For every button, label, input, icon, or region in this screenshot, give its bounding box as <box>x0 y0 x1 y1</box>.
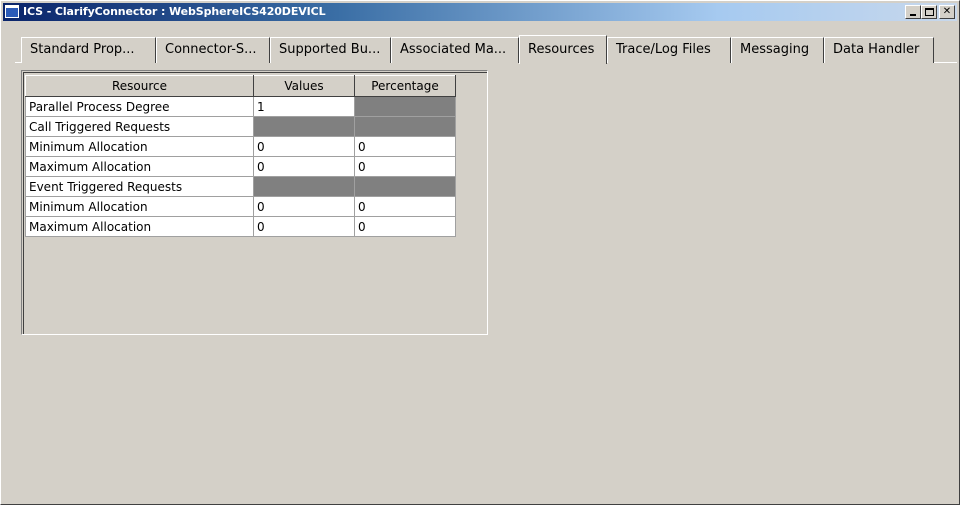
resource-cell: Event Triggered Requests <box>25 176 254 197</box>
resource-cell: Parallel Process Degree <box>25 96 254 117</box>
tab-resources[interactable]: Resources <box>519 35 607 64</box>
application-window: ICS - ClarifyConnector : WebSphereICS420… <box>0 0 960 505</box>
percentage-cell[interactable]: 0 <box>354 156 456 177</box>
window-title: ICS - ClarifyConnector : WebSphereICS420… <box>23 5 326 18</box>
tab-messaging[interactable]: Messaging <box>731 37 824 63</box>
resource-cell: Call Triggered Requests <box>25 116 254 137</box>
table-row: Minimum Allocation 0 0 <box>25 136 456 157</box>
tab-data-handler[interactable]: Data Handler <box>824 37 934 63</box>
value-cell-disabled <box>253 116 355 137</box>
percentage-cell-disabled <box>354 176 456 197</box>
table-row: Maximum Allocation 0 0 <box>25 156 456 177</box>
value-cell[interactable]: 0 <box>253 136 355 157</box>
tab-associated-maps[interactable]: Associated Ma... <box>391 37 519 63</box>
resource-cell: Maximum Allocation <box>25 156 254 177</box>
close-icon: ✕ <box>942 6 952 17</box>
close-button[interactable]: ✕ <box>939 5 955 19</box>
minimize-button[interactable] <box>905 5 921 19</box>
percentage-cell[interactable]: 0 <box>354 136 456 157</box>
table-header-row: Resource Values Percentage <box>25 75 456 97</box>
window-app-icon <box>5 5 19 18</box>
column-header-percentage[interactable]: Percentage <box>354 75 456 97</box>
column-header-resource[interactable]: Resource <box>25 75 254 97</box>
percentage-cell[interactable]: 0 <box>354 196 456 217</box>
resource-cell: Maximum Allocation <box>25 216 254 237</box>
tab-supported-business-objects[interactable]: Supported Bu... <box>270 37 391 63</box>
title-bar[interactable]: ICS - ClarifyConnector : WebSphereICS420… <box>3 3 957 21</box>
resources-table-viewport: Resource Values Percentage Parallel Proc… <box>23 72 487 334</box>
maximize-icon <box>925 8 934 16</box>
table-row: Parallel Process Degree 1 <box>25 96 456 117</box>
minimize-icon <box>910 14 916 16</box>
tab-trace-log-files[interactable]: Trace/Log Files <box>607 37 731 63</box>
value-cell[interactable]: 0 <box>253 156 355 177</box>
value-cell[interactable]: 0 <box>253 196 355 217</box>
maximize-button[interactable] <box>921 5 937 19</box>
table-row: Maximum Allocation 0 0 <box>25 216 456 237</box>
value-cell[interactable]: 1 <box>253 96 355 117</box>
percentage-cell[interactable]: 0 <box>354 216 456 237</box>
resource-cell: Minimum Allocation <box>25 196 254 217</box>
resources-table: Resource Values Percentage Parallel Proc… <box>25 75 456 237</box>
value-cell-disabled <box>253 176 355 197</box>
value-cell[interactable]: 0 <box>253 216 355 237</box>
column-header-values[interactable]: Values <box>253 75 355 97</box>
tab-standard-properties[interactable]: Standard Prop... <box>21 37 156 63</box>
percentage-cell-disabled <box>354 116 456 137</box>
table-row: Call Triggered Requests <box>25 116 456 137</box>
tab-connector-specific[interactable]: Connector-S... <box>156 37 270 63</box>
resources-table-frame: Resource Values Percentage Parallel Proc… <box>21 70 488 335</box>
table-row: Event Triggered Requests <box>25 176 456 197</box>
resource-cell: Minimum Allocation <box>25 136 254 157</box>
percentage-cell-disabled <box>354 96 456 117</box>
table-row: Minimum Allocation 0 0 <box>25 196 456 217</box>
